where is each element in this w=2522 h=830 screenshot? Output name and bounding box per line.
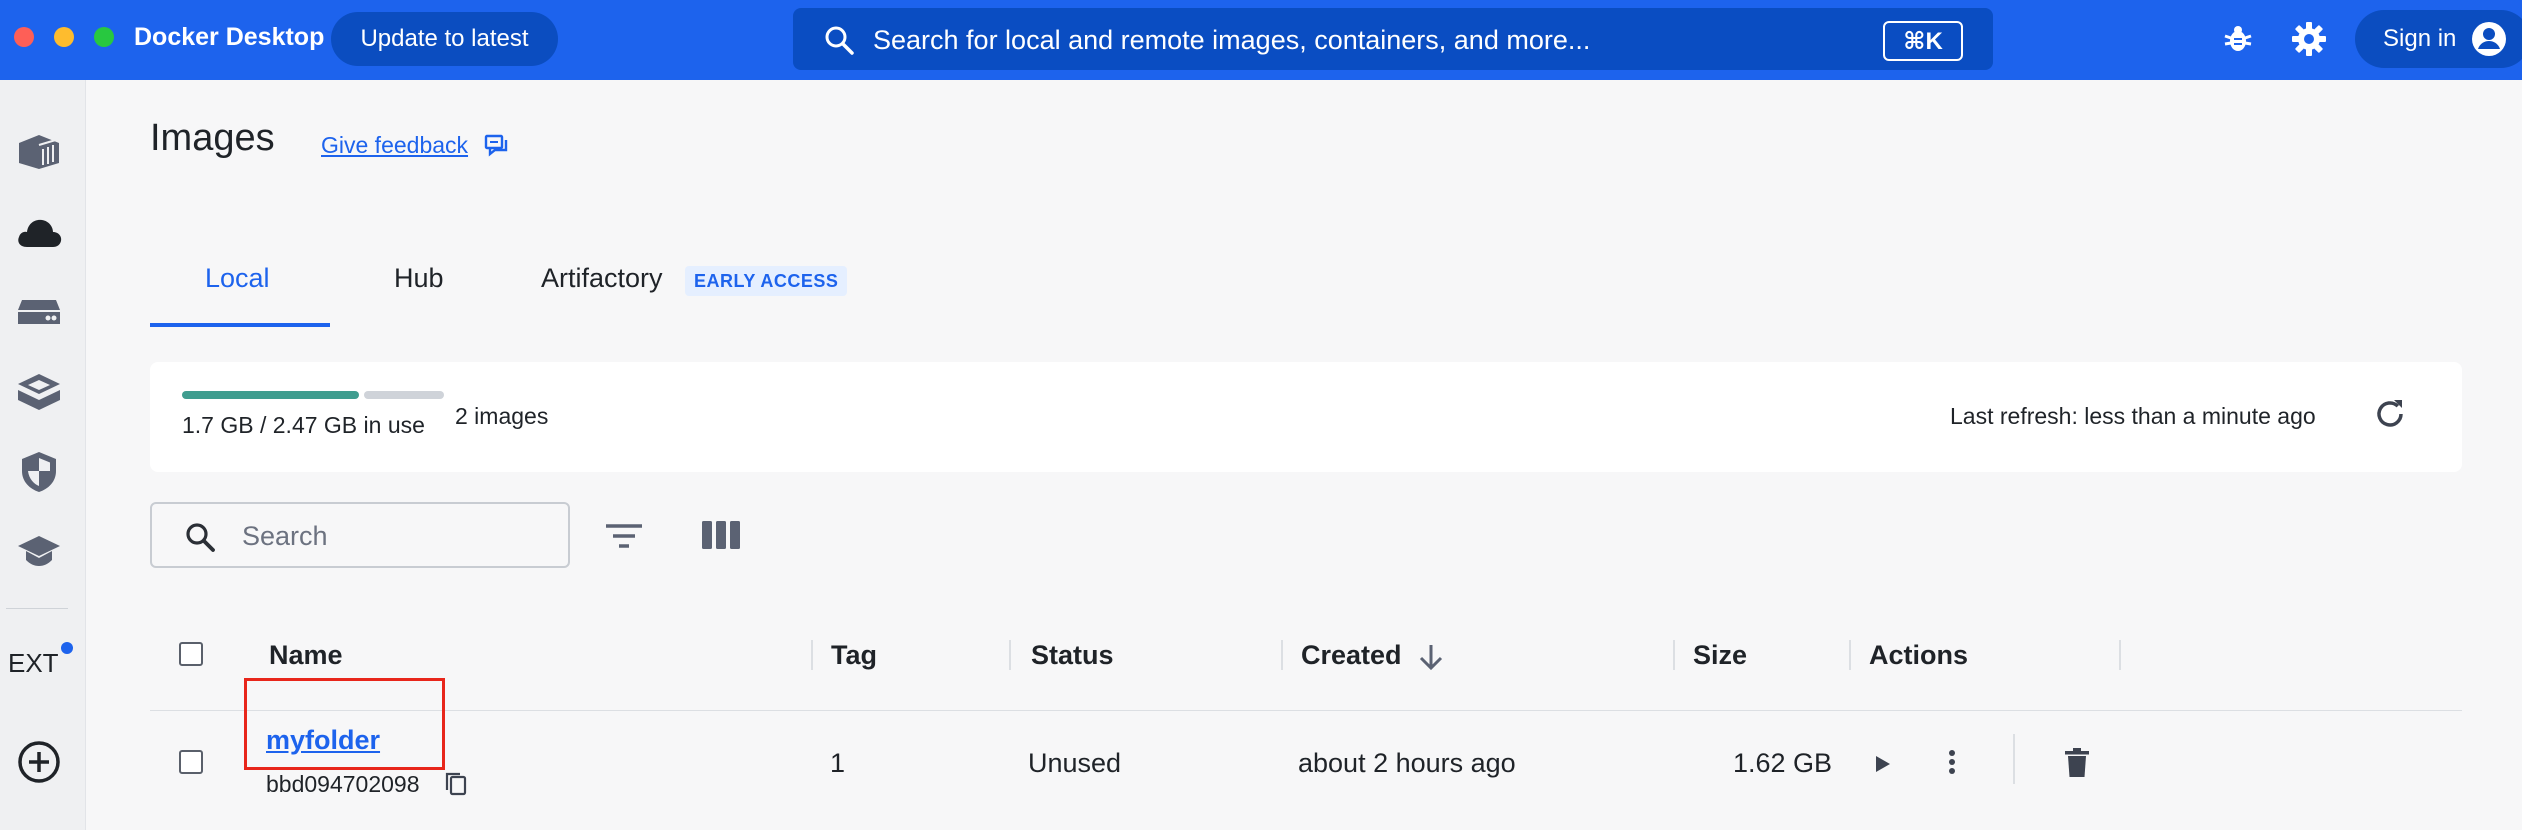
- select-all-checkbox[interactable]: [179, 642, 203, 666]
- row-checkbox[interactable]: [179, 750, 203, 774]
- tab-artifactory[interactable]: Artifactory: [541, 263, 663, 294]
- image-search-field[interactable]: [150, 502, 570, 568]
- title-bar: Docker Desktop Update to latest Search f…: [0, 0, 2522, 80]
- window-zoom-button[interactable]: [94, 27, 114, 47]
- scout-shield-icon[interactable]: [14, 447, 64, 497]
- refresh-icon[interactable]: [2372, 396, 2408, 437]
- more-options-icon[interactable]: [1944, 746, 1960, 783]
- settings-gear-icon[interactable]: [2290, 20, 2328, 63]
- column-header-actions: Actions: [1869, 640, 1969, 670]
- header-divider: [150, 710, 2462, 711]
- extensions-label[interactable]: EXT: [8, 648, 59, 679]
- disk-usage-bar-free: [364, 391, 444, 399]
- column-header-name[interactable]: Name: [269, 640, 343, 671]
- column-separator: [2119, 640, 2121, 670]
- global-search-placeholder: Search for local and remote images, cont…: [873, 25, 1591, 55]
- sign-in-label: Sign in: [2383, 25, 2457, 52]
- containers-icon[interactable]: [14, 126, 64, 176]
- account-avatar-icon: [2470, 20, 2508, 65]
- images-count: 2 images: [455, 403, 549, 429]
- feedback-chat-icon[interactable]: [484, 134, 508, 163]
- tab-local[interactable]: Local: [205, 263, 270, 294]
- search-icon: [184, 521, 216, 558]
- storage-summary-card: 1.7 GB / 2.47 GB in use 2 images Last re…: [150, 362, 2462, 472]
- tab-hub[interactable]: Hub: [394, 263, 444, 294]
- sort-descending-icon[interactable]: [1415, 641, 1447, 678]
- column-separator[interactable]: [1849, 640, 1851, 670]
- copy-icon[interactable]: [444, 771, 468, 802]
- filter-icon[interactable]: [604, 518, 644, 559]
- add-circle-icon[interactable]: [14, 737, 64, 787]
- app-title: Docker Desktop: [134, 23, 325, 51]
- image-created: about 2 hours ago: [1298, 748, 1516, 778]
- volumes-icon[interactable]: [14, 287, 64, 337]
- run-play-icon[interactable]: [1868, 750, 1896, 783]
- bug-icon[interactable]: [2221, 22, 2255, 61]
- sidebar: EXT: [0, 80, 86, 830]
- column-separator[interactable]: [1009, 640, 1011, 670]
- column-header-size[interactable]: Size: [1693, 640, 1747, 671]
- disk-usage-text: 1.7 GB / 2.47 GB in use: [182, 412, 425, 438]
- columns-icon[interactable]: [700, 518, 742, 557]
- last-refresh-text: Last refresh: less than a minute ago: [1950, 403, 2316, 429]
- search-shortcut-badge: ⌘K: [1883, 21, 1963, 61]
- active-tab-indicator: [150, 323, 330, 327]
- image-search-input[interactable]: [242, 518, 542, 554]
- learning-center-icon[interactable]: [14, 527, 64, 577]
- column-header-created[interactable]: Created: [1301, 640, 1402, 671]
- window-minimize-button[interactable]: [54, 27, 74, 47]
- delete-trash-icon[interactable]: [2063, 747, 2091, 784]
- actions-divider: [2013, 734, 2015, 784]
- extensions-notification-dot: [61, 642, 73, 654]
- disk-usage-bar-used: [182, 391, 359, 399]
- window-close-button[interactable]: [14, 27, 34, 47]
- image-id: bbd094702098: [266, 771, 420, 797]
- cloud-icon[interactable]: [14, 207, 64, 257]
- image-tag: 1: [830, 748, 846, 778]
- column-separator[interactable]: [1281, 640, 1283, 670]
- builds-icon[interactable]: [14, 367, 64, 417]
- early-access-badge: EARLY ACCESS: [685, 266, 848, 296]
- image-size: 1.62 GB: [1733, 748, 1833, 778]
- column-header-status[interactable]: Status: [1031, 640, 1114, 671]
- column-separator[interactable]: [811, 640, 813, 670]
- search-icon: [823, 24, 855, 61]
- global-search-bar[interactable]: Search for local and remote images, cont…: [793, 8, 1993, 70]
- sidebar-divider: [6, 608, 68, 609]
- page-title: Images: [150, 117, 275, 159]
- give-feedback-link[interactable]: Give feedback: [321, 132, 468, 159]
- column-separator[interactable]: [1673, 640, 1675, 670]
- sign-in-button[interactable]: Sign in: [2355, 10, 2522, 68]
- image-status: Unused: [1028, 748, 1122, 778]
- update-button[interactable]: Update to latest: [331, 12, 558, 66]
- column-header-tag[interactable]: Tag: [831, 640, 877, 671]
- highlight-annotation-box: [244, 678, 445, 770]
